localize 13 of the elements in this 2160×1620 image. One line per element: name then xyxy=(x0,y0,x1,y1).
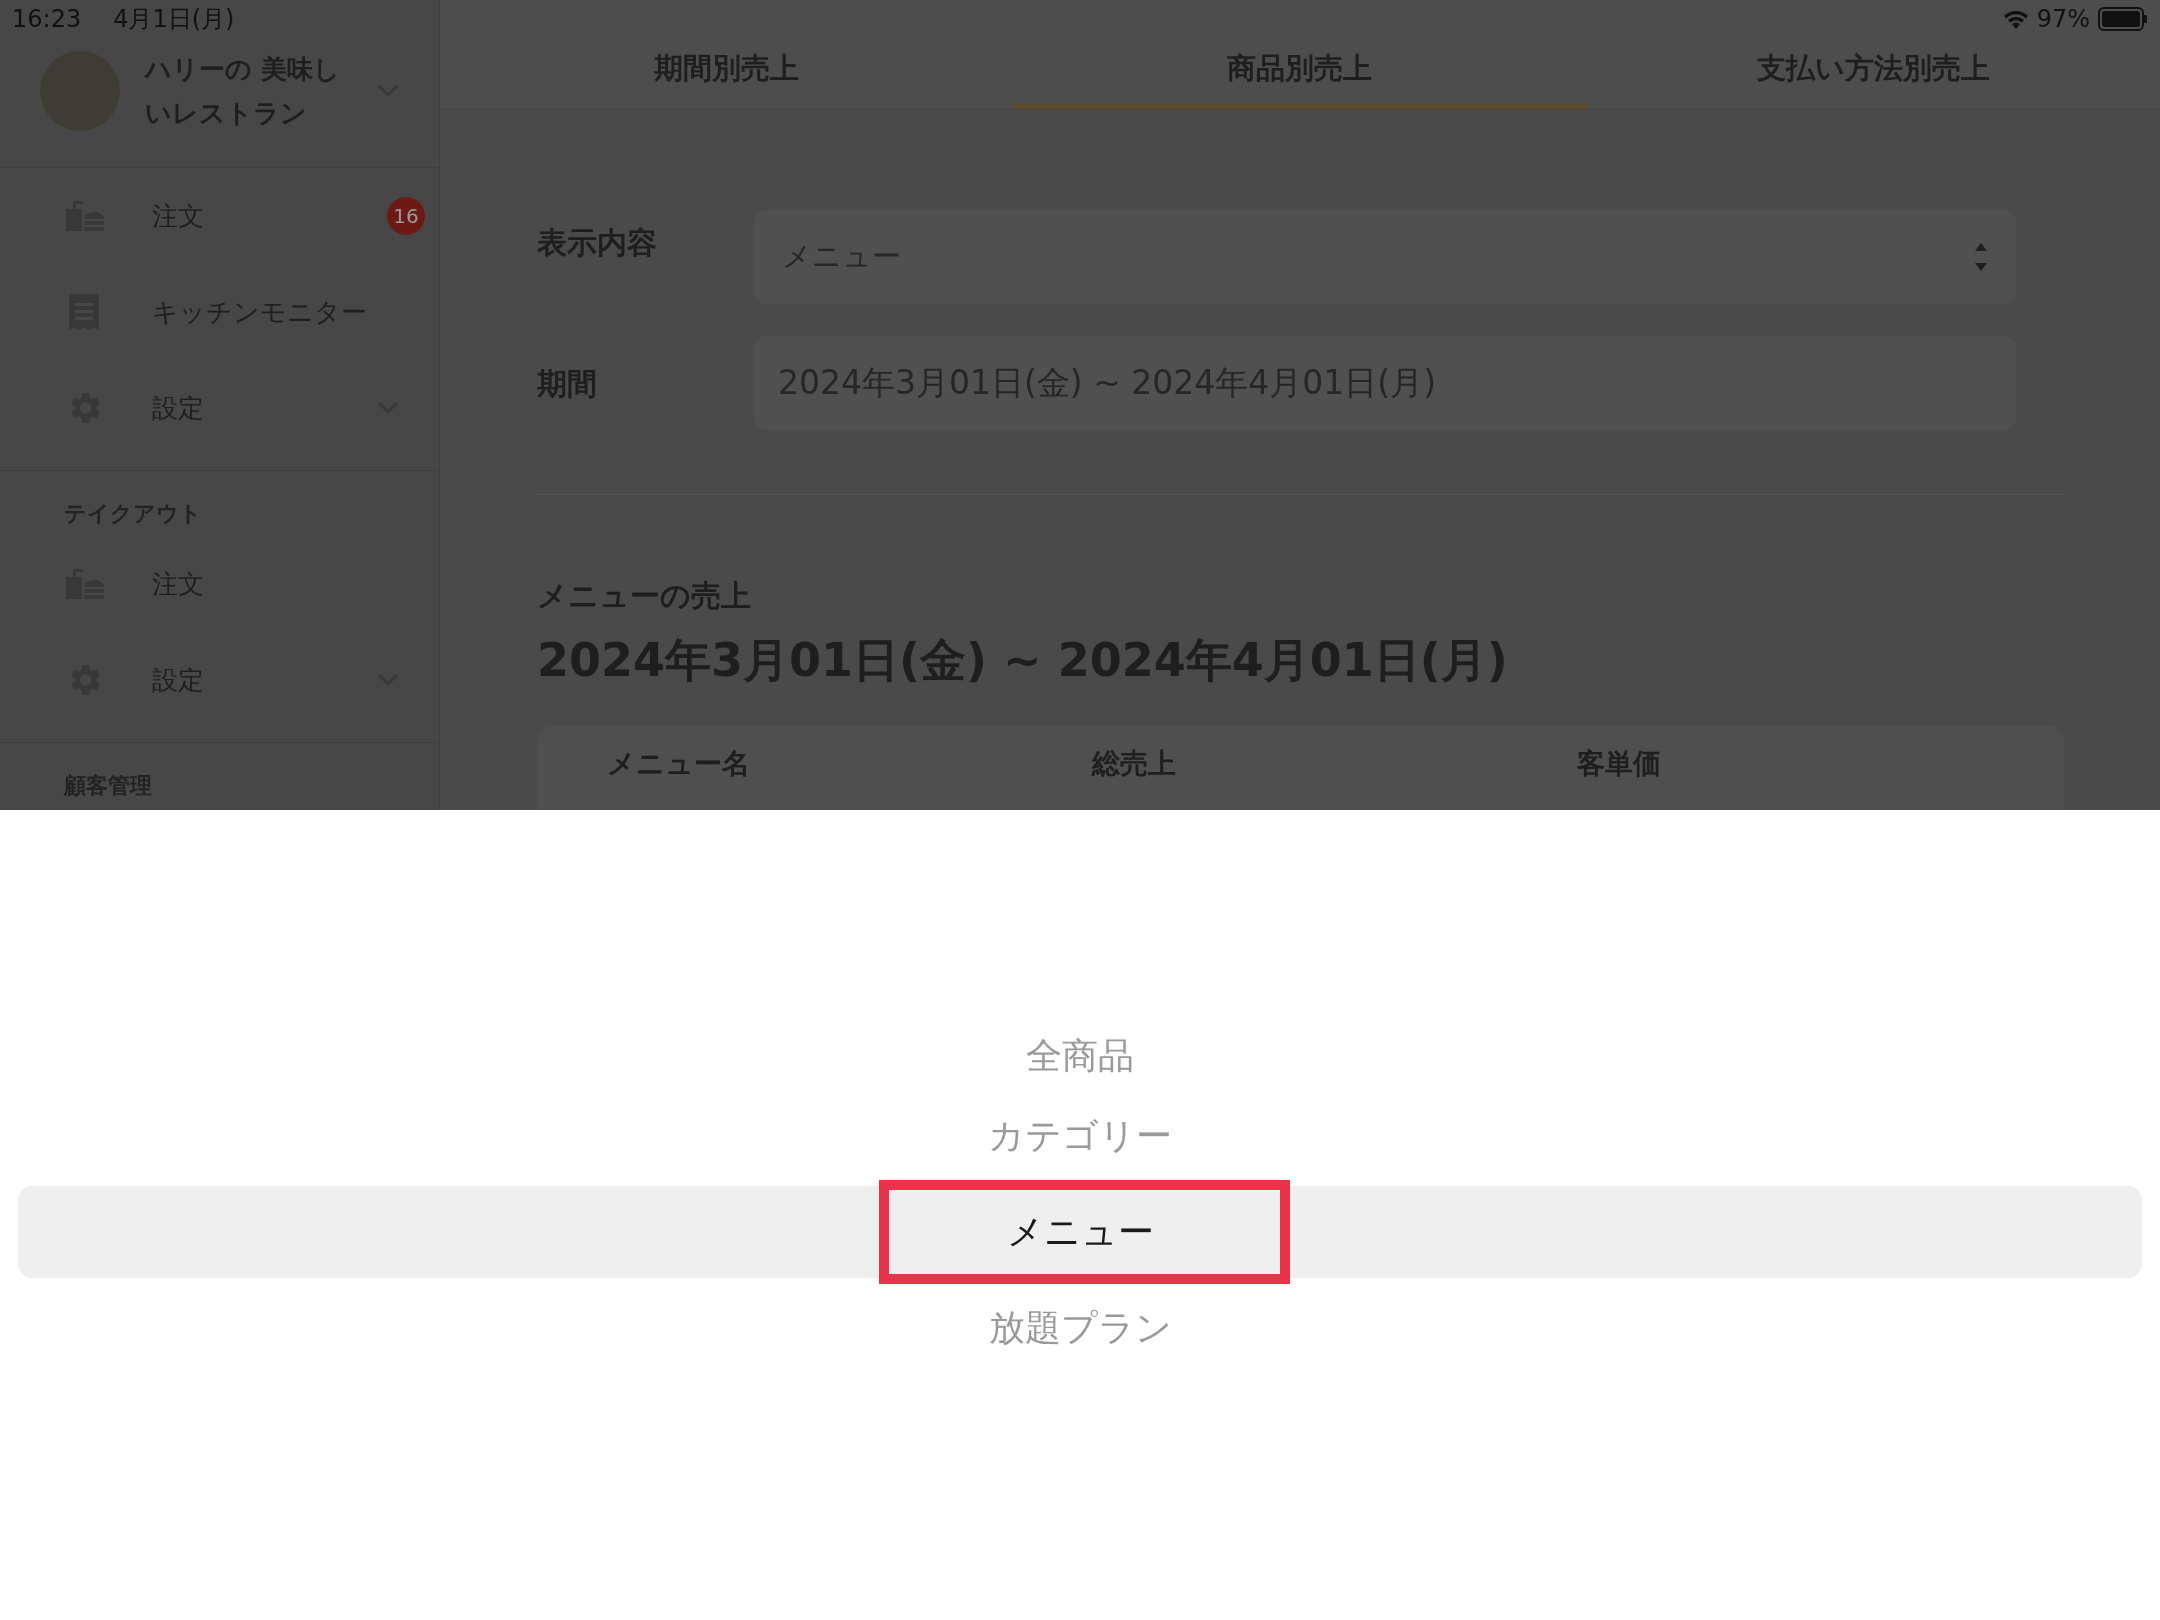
picker-selection-band[interactable]: メニュー xyxy=(18,1186,2142,1278)
up-down-arrow-icon xyxy=(1974,241,1988,273)
picker-row[interactable]: カテゴリー xyxy=(18,1096,2142,1176)
wifi-icon xyxy=(2002,9,2029,29)
picker-row[interactable]: 全商品 xyxy=(18,1016,2142,1096)
picker-option: カテゴリー xyxy=(988,1109,1172,1163)
picker-option: 全商品 xyxy=(1026,1029,1134,1083)
battery-icon xyxy=(2098,7,2148,31)
count-badge: 16 xyxy=(387,197,425,235)
picker-option: メニュー xyxy=(1006,1205,1154,1259)
picker-option: 放題プラン xyxy=(988,1301,1172,1355)
picker-row[interactable]: 放題プラン xyxy=(18,1288,2142,1368)
battery-percentage: 97% xyxy=(2036,4,2090,35)
